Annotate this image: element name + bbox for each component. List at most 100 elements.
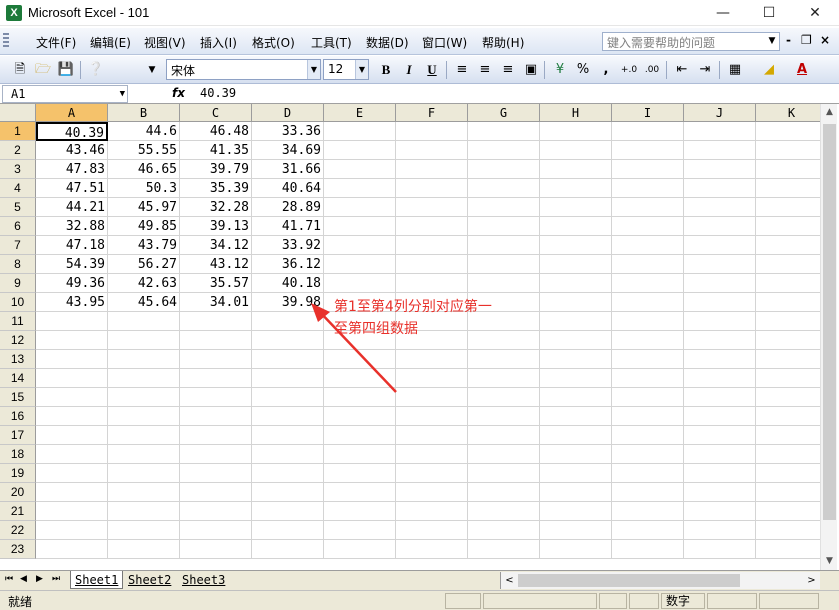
grid-cell[interactable] (252, 331, 324, 350)
grid-cell[interactable] (468, 407, 540, 426)
grid-cell[interactable] (684, 160, 756, 179)
first-sheet-icon[interactable]: ⏮ (5, 574, 13, 584)
grid-cell[interactable] (756, 274, 828, 293)
grid-cell[interactable] (684, 445, 756, 464)
grid-cell[interactable] (180, 407, 252, 426)
row-header-22[interactable]: 22 (0, 521, 36, 540)
grid-cell[interactable] (684, 369, 756, 388)
grid-cell[interactable] (756, 122, 828, 141)
grid-cell[interactable] (324, 426, 396, 445)
row-header-16[interactable]: 16 (0, 407, 36, 426)
row-header-2[interactable]: 2 (0, 141, 36, 160)
grid-cell[interactable]: 49.36 (36, 274, 108, 293)
select-all-corner[interactable] (0, 104, 36, 122)
grid-cell[interactable] (684, 179, 756, 198)
minimize-button[interactable]: — (700, 0, 746, 26)
grid-cell[interactable] (396, 388, 468, 407)
grid-cell[interactable]: 55.55 (108, 141, 180, 160)
grid-cell[interactable] (180, 521, 252, 540)
grid-cell[interactable] (684, 331, 756, 350)
grid-cell[interactable] (324, 179, 396, 198)
grid-cell[interactable] (36, 426, 108, 445)
grid-cell[interactable] (684, 312, 756, 331)
grid-cell[interactable] (468, 198, 540, 217)
grid-cell[interactable] (756, 426, 828, 445)
help-icon[interactable]: ❔ (86, 60, 106, 80)
grid-cell[interactable] (612, 464, 684, 483)
increase-decimal-icon[interactable]: +.0 (619, 60, 639, 80)
row-header-8[interactable]: 8 (0, 255, 36, 274)
grid-cell[interactable]: 40.18 (252, 274, 324, 293)
grid-cell[interactable] (324, 141, 396, 160)
grid-cell[interactable] (540, 255, 612, 274)
horizontal-scrollbar[interactable]: < > (500, 572, 820, 589)
grid-cell[interactable] (252, 426, 324, 445)
sheet-tab-2[interactable]: Sheet2 (124, 571, 175, 589)
scroll-right-icon[interactable]: > (804, 572, 819, 589)
grid-cell[interactable]: 28.89 (252, 198, 324, 217)
grid-cell[interactable] (540, 179, 612, 198)
grid-cell[interactable] (684, 407, 756, 426)
menu-edit[interactable]: 编辑(E) (90, 34, 131, 51)
grid-cell[interactable]: 46.48 (180, 122, 252, 141)
grid-cell[interactable] (324, 540, 396, 559)
increase-indent-icon[interactable]: ⇥ (695, 60, 715, 80)
grid-cell[interactable]: 34.12 (180, 236, 252, 255)
grid-cell[interactable] (324, 350, 396, 369)
grid-cell[interactable] (684, 388, 756, 407)
grid-cell[interactable]: 56.27 (108, 255, 180, 274)
grid-cell[interactable] (36, 369, 108, 388)
grid-cell[interactable] (180, 464, 252, 483)
grid-cell[interactable] (612, 426, 684, 445)
column-header-d[interactable]: D (252, 104, 324, 122)
grid-cell[interactable] (108, 540, 180, 559)
grid-cell[interactable]: 42.63 (108, 274, 180, 293)
grid-cell[interactable] (684, 293, 756, 312)
grid-cell[interactable] (396, 445, 468, 464)
italic-button[interactable]: I (399, 60, 419, 80)
grid-cell[interactable]: 45.97 (108, 198, 180, 217)
grid-cell[interactable] (396, 407, 468, 426)
grid-cell[interactable]: 41.35 (180, 141, 252, 160)
grid-cell[interactable] (36, 540, 108, 559)
grid-cell[interactable] (540, 331, 612, 350)
grid-cell[interactable] (468, 236, 540, 255)
row-header-18[interactable]: 18 (0, 445, 36, 464)
grid-cell[interactable] (756, 350, 828, 369)
scroll-up-icon[interactable]: ▲ (821, 104, 838, 121)
grid-cell[interactable] (180, 312, 252, 331)
grid-cell[interactable] (468, 217, 540, 236)
column-header-b[interactable]: B (108, 104, 180, 122)
grid-cell[interactable] (324, 274, 396, 293)
grid-cell[interactable] (36, 502, 108, 521)
decrease-indent-icon[interactable]: ⇤ (672, 60, 692, 80)
grid-cell[interactable] (756, 483, 828, 502)
grid-cell[interactable] (612, 350, 684, 369)
grid-cell[interactable] (540, 141, 612, 160)
horizontal-scroll-thumb[interactable] (518, 574, 740, 587)
sheet-tab-1[interactable]: Sheet1 (70, 571, 124, 589)
row-header-13[interactable]: 13 (0, 350, 36, 369)
grid-cell[interactable]: 39.13 (180, 217, 252, 236)
grid-cell[interactable]: 47.18 (36, 236, 108, 255)
grid-cell[interactable] (684, 502, 756, 521)
borders-icon[interactable]: ▦ (725, 60, 745, 80)
sheet-tab-3[interactable]: Sheet3 (178, 571, 229, 589)
grid-cell[interactable] (36, 388, 108, 407)
grid-cell[interactable] (756, 293, 828, 312)
column-header-e[interactable]: E (324, 104, 396, 122)
grid-cell[interactable] (108, 445, 180, 464)
grid-cell[interactable] (396, 236, 468, 255)
merge-center-icon[interactable]: ▣ (521, 60, 541, 80)
grid-cell[interactable] (540, 426, 612, 445)
grid-cell[interactable]: 43.79 (108, 236, 180, 255)
grid-cell[interactable] (540, 350, 612, 369)
grid-cell[interactable] (540, 464, 612, 483)
grid-cell[interactable] (396, 540, 468, 559)
grid-cell[interactable] (108, 521, 180, 540)
grid-cell[interactable] (684, 255, 756, 274)
grid-cell[interactable] (756, 464, 828, 483)
grid-cell[interactable] (180, 388, 252, 407)
grid-cell[interactable]: 35.57 (180, 274, 252, 293)
last-sheet-icon[interactable]: ⏭ (52, 574, 60, 584)
